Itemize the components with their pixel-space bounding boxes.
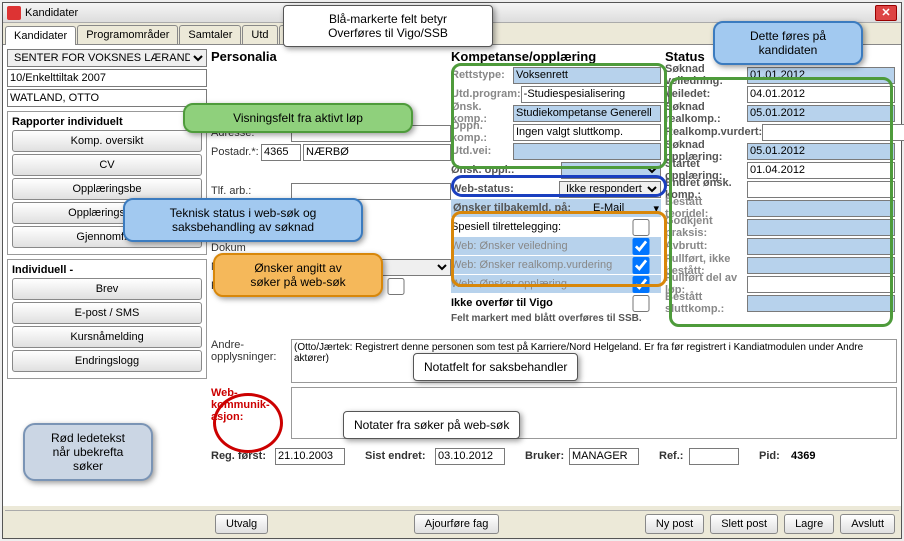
ikkeoverfor-label: Ikke overfør til Vigo	[451, 297, 621, 309]
callout-teknisk: Teknisk status i web-søk og saksbehandli…	[123, 198, 363, 242]
tab-programomrader[interactable]: Programområder	[77, 25, 178, 44]
ref-label: Ref.:	[659, 450, 689, 462]
highlight-red-circle	[213, 393, 283, 453]
tab-utd[interactable]: Utd	[242, 25, 277, 44]
individuell-group: Individuell - Brev E-post / SMS Kursnåme…	[7, 259, 207, 379]
app-icon	[7, 6, 21, 20]
ajourfore-button[interactable]: Ajourføre fag	[414, 514, 500, 534]
bruker-label: Bruker:	[525, 450, 569, 462]
callout-rod-ledetekst: Rød ledetekst når ubekrefta søker	[23, 423, 153, 481]
endringslogg-button[interactable]: Endringslogg	[12, 350, 202, 372]
individuell-title: Individuell -	[12, 264, 202, 276]
callout-onsker: Ønsker angitt av søker på web-søk	[213, 253, 383, 297]
name-input[interactable]	[7, 89, 207, 107]
tiltak-input[interactable]	[7, 69, 207, 87]
highlight-blue-ellipse	[451, 175, 667, 197]
window-title: Kandidater	[25, 7, 78, 19]
pid-label: Pid:	[759, 450, 785, 462]
close-icon[interactable]: ✕	[875, 5, 897, 21]
andre-oppl-text[interactable]: (Otto/Jærtek: Registrert denne personen …	[291, 339, 897, 383]
tlf-input[interactable]	[291, 183, 451, 200]
sistendret-value[interactable]	[435, 448, 505, 465]
rapporter-title: Rapporter individuelt	[12, 116, 202, 128]
footer: Utvalg Ajourføre fag Ny post Slett post …	[5, 510, 899, 536]
kompetanse-head: Kompetanse/opplæring	[451, 49, 661, 64]
kursmelding-button[interactable]: Kursnåmelding	[12, 326, 202, 348]
brev-button[interactable]: Brev	[12, 278, 202, 300]
avslutt-button[interactable]: Avslutt	[840, 514, 895, 534]
slettpost-button[interactable]: Slett post	[710, 514, 778, 534]
lagre-button[interactable]: Lagre	[784, 514, 834, 534]
tab-samtaler[interactable]: Samtaler	[179, 25, 241, 44]
tab-kandidater[interactable]: Kandidater	[5, 26, 76, 45]
bruker-value[interactable]	[569, 448, 639, 465]
app-window: Kandidater ✕ Kandidater Programområder S…	[2, 2, 902, 539]
andre-oppl-label: Andre- opplysninger:	[211, 339, 291, 363]
regforst-value[interactable]	[275, 448, 345, 465]
highlight-green-box-right	[669, 77, 893, 327]
cv-button[interactable]: CV	[12, 154, 202, 176]
poststed-input[interactable]	[303, 144, 451, 161]
nypost-button[interactable]: Ny post	[645, 514, 704, 534]
komp-oversikt-button[interactable]: Komp. oversikt	[12, 130, 202, 152]
epost-sms-button[interactable]: E-post / SMS	[12, 302, 202, 324]
callout-notat2: Notater fra søker på web-søk	[343, 411, 520, 439]
highlight-green-box	[451, 63, 667, 169]
highlight-orange-box	[451, 211, 667, 287]
personalia-head: Personalia	[211, 49, 451, 64]
utvalg-button[interactable]: Utvalg	[215, 514, 268, 534]
callout-visningsfelt: Visningsfelt fra aktivt løp	[183, 103, 413, 133]
callout-notat1: Notatfelt for saksbehandler	[413, 353, 578, 381]
pid-value: 4369	[791, 450, 815, 462]
callout-dette-fores: Dette føres på kandidaten	[713, 21, 863, 65]
ref-value[interactable]	[689, 448, 739, 465]
senter-select[interactable]: SENTER FOR VOKSNES LÆRAND	[7, 49, 207, 67]
callout-blue-mark: Blå-markerte felt betyr Overføres til Vi…	[283, 5, 493, 47]
sistendret-label: Sist endret:	[365, 450, 435, 462]
postadr-label: Postadr.*:	[211, 146, 261, 158]
postnr-input[interactable]	[261, 144, 301, 161]
opplaeringsbevis-button[interactable]: Opplæringsbe	[12, 178, 202, 200]
felt-ssb-text: Felt markert med blått overføres til SSB…	[451, 313, 661, 324]
tlf-label: Tlf. arb.:	[211, 185, 291, 197]
ikkeoverfor-check[interactable]	[621, 295, 661, 312]
